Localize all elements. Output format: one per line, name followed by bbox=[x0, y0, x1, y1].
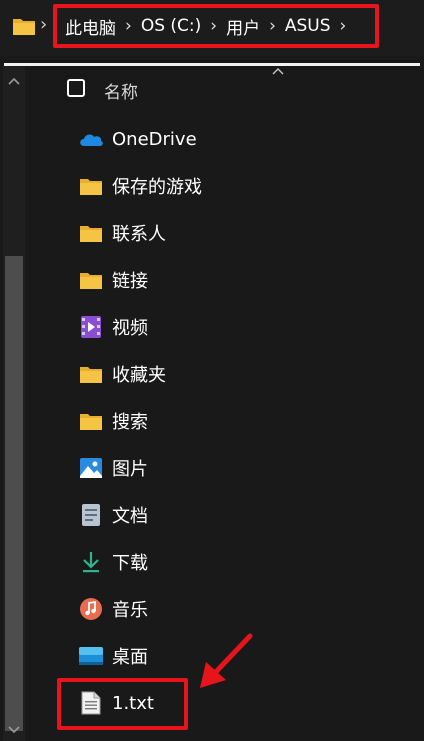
chevron-right-icon[interactable]: › bbox=[269, 16, 276, 36]
list-item-documents[interactable]: 文档 bbox=[78, 498, 378, 532]
list-item-favorites[interactable]: 收藏夹 bbox=[78, 357, 378, 391]
list-item-links[interactable]: 链接 bbox=[78, 263, 378, 297]
download-icon bbox=[83, 552, 99, 573]
list-item-downloads[interactable]: 下载 bbox=[78, 545, 378, 579]
folder-icon bbox=[80, 179, 102, 195]
list-item-onedrive[interactable]: OneDrive bbox=[78, 122, 378, 156]
list-item-label: 下载 bbox=[112, 553, 148, 574]
pictures-icon bbox=[80, 458, 102, 478]
breadcrumb-this-pc[interactable]: 此电脑 bbox=[65, 14, 116, 39]
list-item-label: 桌面 bbox=[112, 647, 148, 668]
breadcrumb-asus[interactable]: ASUS bbox=[285, 16, 331, 36]
list-item-contacts[interactable]: 联系人 bbox=[78, 216, 378, 250]
music-icon bbox=[80, 598, 102, 620]
list-item-pictures[interactable]: 图片 bbox=[78, 451, 378, 485]
list-item-label: 图片 bbox=[112, 459, 148, 480]
breadcrumb-users[interactable]: 用户 bbox=[226, 14, 260, 39]
folder-icon bbox=[80, 367, 102, 383]
videos-icon bbox=[81, 316, 101, 338]
list-item-saved-games[interactable]: 保存的游戏 bbox=[78, 169, 378, 203]
list-item-label: 链接 bbox=[112, 271, 148, 292]
breadcrumb[interactable]: 此电脑 › OS (C:) › 用户 › ASUS › bbox=[53, 4, 379, 48]
list-item-searches[interactable]: 搜索 bbox=[78, 404, 378, 438]
chevron-right-icon[interactable]: › bbox=[340, 16, 347, 36]
sort-ascending-icon[interactable] bbox=[270, 66, 286, 76]
select-all-checkbox[interactable] bbox=[67, 79, 85, 97]
scroll-up-arrow-icon[interactable] bbox=[7, 74, 21, 88]
list-item-label: OneDrive bbox=[112, 128, 197, 150]
desktop-icon bbox=[79, 647, 103, 665]
list-item-label: 音乐 bbox=[112, 600, 148, 621]
list-item-music[interactable]: 音乐 bbox=[78, 592, 378, 626]
column-header-name[interactable]: 名称 bbox=[104, 78, 138, 103]
documents-icon bbox=[82, 504, 100, 526]
chevron-right-icon[interactable]: › bbox=[40, 14, 47, 35]
scroll-down-arrow-icon[interactable] bbox=[7, 723, 21, 737]
list-item-label: 收藏夹 bbox=[112, 365, 166, 386]
annotation-arrow-icon bbox=[200, 633, 253, 688]
vertical-scrollbar[interactable] bbox=[3, 66, 25, 741]
list-item-label: 视频 bbox=[112, 318, 148, 339]
onedrive-cloud-icon bbox=[80, 134, 103, 146]
address-bar: › 此电脑 › OS (C:) › 用户 › ASUS › bbox=[0, 0, 424, 56]
folder-icon bbox=[80, 273, 102, 289]
list-item-label: 文档 bbox=[112, 506, 148, 527]
list-item-label: 保存的游戏 bbox=[112, 177, 202, 198]
chevron-right-icon[interactable]: › bbox=[210, 16, 217, 36]
scrollbar-thumb[interactable] bbox=[5, 256, 23, 731]
folder-icon bbox=[80, 414, 102, 430]
chevron-right-icon[interactable]: › bbox=[125, 16, 132, 36]
folder-icon bbox=[80, 226, 102, 242]
list-item-label: 搜索 bbox=[112, 412, 148, 433]
breadcrumb-drive-c[interactable]: OS (C:) bbox=[141, 16, 201, 36]
divider bbox=[4, 63, 420, 66]
list-item-videos[interactable]: 视频 bbox=[78, 310, 378, 344]
folder-icon bbox=[13, 19, 35, 35]
list-item-label: 联系人 bbox=[112, 224, 166, 245]
highlight-box bbox=[57, 678, 188, 730]
